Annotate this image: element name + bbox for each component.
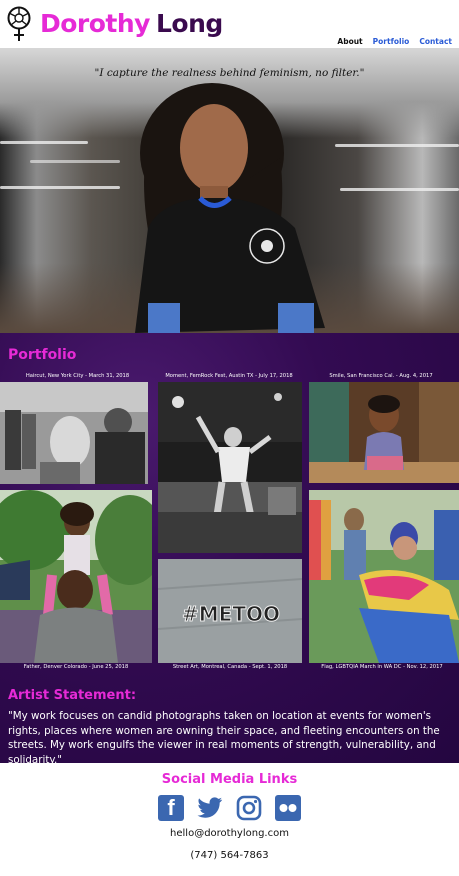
- social-media-heading: Social Media Links: [161, 772, 298, 787]
- twitter-icon[interactable]: [197, 795, 223, 821]
- nav-portfolio[interactable]: Portfolio: [373, 37, 410, 46]
- brand-last-name: Long: [155, 9, 223, 38]
- main-nav: About Portfolio Contact: [337, 37, 452, 46]
- caption-flag: Flag, LGBTQIA March in WA DC - Nov. 12, …: [321, 664, 443, 670]
- social-icons: f: [0, 795, 459, 821]
- caption-haircut: Haircut, New York City - March 31, 2018: [25, 373, 130, 379]
- photo-street-art[interactable]: #METOO: [158, 559, 302, 663]
- instagram-icon[interactable]: [236, 795, 262, 821]
- caption-father: Father, Denver Colorado - June 25, 2018: [23, 664, 129, 670]
- nav-contact[interactable]: Contact: [419, 37, 452, 46]
- caption-street-art: Street Art, Montreal, Canada - Sept. 1, …: [172, 664, 288, 670]
- hero-banner: "I capture the realness behind feminism,…: [0, 48, 459, 333]
- hero-portrait-image: [135, 83, 325, 333]
- photo-haircut[interactable]: [0, 382, 148, 484]
- brand-first-name: Dorothy: [40, 9, 150, 38]
- contact-email[interactable]: hello@dorothylong.com: [0, 828, 459, 839]
- facebook-icon[interactable]: f: [158, 795, 184, 821]
- brand-name[interactable]: Dorothy Long: [40, 9, 223, 39]
- contact-phone[interactable]: (747) 564-7863: [0, 850, 459, 861]
- site-header: Dorothy Long About Portfolio Contact: [0, 0, 459, 48]
- artist-statement-text: "My work focuses on candid photographs t…: [8, 710, 440, 766]
- portfolio-heading: Portfolio: [8, 347, 77, 363]
- caption-moment: Moment, FemRock Fest, Austin TX - July 1…: [165, 373, 293, 379]
- metoo-graffiti: #METOO: [182, 602, 280, 626]
- photo-father[interactable]: [0, 490, 152, 663]
- feminist-symbol-logo-icon[interactable]: [6, 6, 32, 42]
- artist-statement-heading: Artist Statement:: [8, 688, 137, 703]
- flickr-icon[interactable]: [275, 795, 301, 821]
- hero-quote: "I capture the realness behind feminism,…: [94, 67, 365, 79]
- caption-smile: Smile, San Francisco Cal. - Aug. 4, 2017: [329, 373, 433, 379]
- photo-smile[interactable]: [309, 382, 459, 483]
- photo-moment[interactable]: [158, 382, 302, 553]
- nav-about[interactable]: About: [337, 37, 362, 46]
- photo-flag[interactable]: [309, 490, 459, 663]
